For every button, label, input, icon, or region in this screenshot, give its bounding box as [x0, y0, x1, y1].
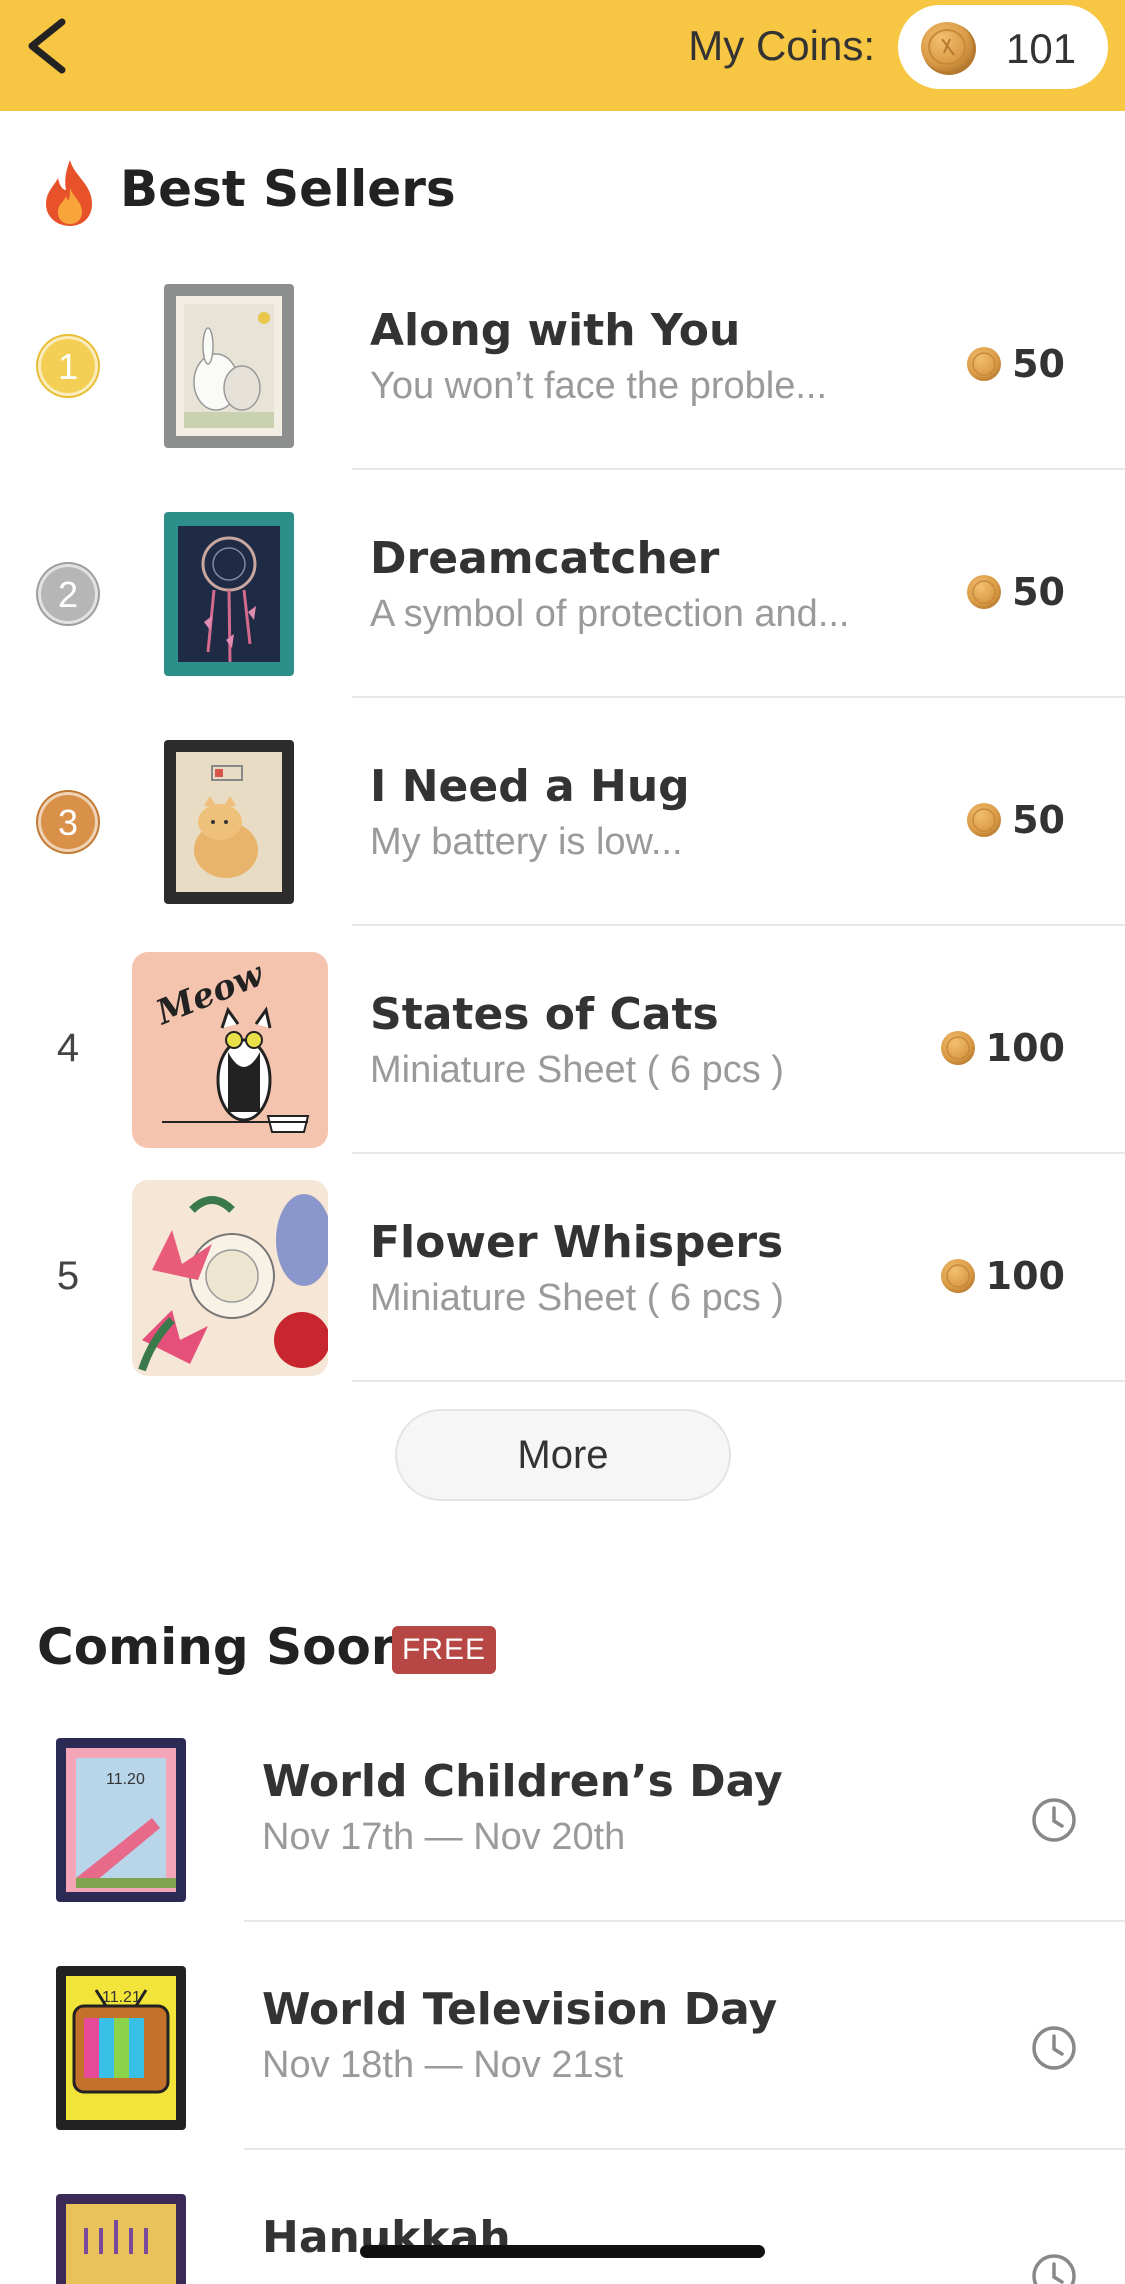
item-subtitle: My battery is low...: [370, 821, 683, 863]
sheet-art-text: Meow: [150, 954, 271, 1034]
item-title: Dreamcatcher: [370, 533, 720, 584]
stamp-date-text: 11.21: [102, 1989, 141, 2006]
price-value: 50: [1012, 570, 1065, 614]
item-subtitle: You won’t face the proble...: [370, 365, 828, 407]
rank-badge: 2: [38, 564, 98, 624]
top-bar: My Coins: 101: [0, 0, 1125, 111]
coming-soon-title: Coming Soon: [37, 1618, 407, 1676]
clock-icon: [1032, 2254, 1076, 2284]
stamp-thumbnail: 11.20: [56, 1738, 186, 1902]
rank-badge: 3: [38, 792, 98, 852]
more-button[interactable]: More: [395, 1409, 731, 1501]
clock-icon: [1032, 1798, 1076, 1842]
best-seller-row[interactable]: 2 Dreamcatcher A symbol of protection an…: [0, 478, 1125, 706]
coming-soon-row[interactable]: 11.21 World Television Day Nov 18th — No…: [0, 1948, 1125, 2176]
item-date: Nov 18th — Nov 21st: [262, 2044, 624, 2086]
item-title: World Children’s Day: [262, 1756, 783, 1807]
best-seller-row[interactable]: 5 Flower Whispers Miniature Sheet ( 6 pc…: [0, 1162, 1125, 1390]
coin-icon: [967, 575, 1002, 609]
best-sellers-title: Best Sellers: [120, 160, 456, 218]
item-subtitle: A symbol of protection and...: [370, 593, 850, 635]
coin-icon: [921, 22, 976, 75]
item-price: 50: [966, 570, 1065, 614]
best-seller-row[interactable]: 3 I Need a Hug My battery is low... 50: [0, 706, 1125, 934]
row-divider: [244, 1920, 1125, 1922]
item-title: Flower Whispers: [370, 1217, 784, 1268]
price-value: 50: [1012, 798, 1065, 842]
rank-number: 5: [56, 1254, 80, 1298]
coin-icon: [940, 1259, 975, 1293]
row-divider: [352, 924, 1125, 926]
coin-icon: [940, 1031, 975, 1065]
coins-label: My Coins:: [688, 22, 875, 69]
chevron-left-icon: [28, 18, 66, 74]
best-seller-row[interactable]: 4 Meow States of Cats Miniature Sheet ( …: [0, 934, 1125, 1162]
item-price: 50: [966, 798, 1065, 842]
item-title: I Need a Hug: [370, 761, 690, 812]
fire-icon: [46, 160, 92, 226]
item-subtitle: Miniature Sheet ( 6 pcs ): [370, 1277, 784, 1319]
coins-balance[interactable]: 101: [898, 5, 1108, 89]
coin-icon: [967, 803, 1002, 837]
stamp-thumbnail: [164, 512, 294, 676]
cat-illustration: Meow: [150, 954, 310, 1133]
item-subtitle: Miniature Sheet ( 6 pcs ): [370, 1049, 784, 1091]
coins-value: 101: [1006, 25, 1077, 72]
price-value: 50: [1012, 342, 1065, 386]
back-button[interactable]: [22, 14, 82, 78]
row-divider: [352, 1152, 1125, 1154]
stamp-thumbnail: [164, 740, 294, 904]
stamp-thumbnail: 11.21: [56, 1966, 186, 2130]
sheet-thumbnail: [132, 1180, 328, 1376]
coming-soon-row[interactable]: Hanukkah: [0, 2176, 1125, 2284]
item-price: 50: [966, 342, 1065, 386]
row-divider: [244, 2148, 1125, 2150]
free-badge: FREE: [392, 1626, 497, 1674]
clock-icon: [1032, 2026, 1076, 2070]
row-divider: [352, 1380, 1125, 1382]
item-price: 100: [940, 1026, 1065, 1070]
price-value: 100: [985, 1026, 1065, 1070]
home-indicator[interactable]: [360, 2245, 765, 2258]
item-price: 100: [940, 1254, 1065, 1298]
price-value: 100: [985, 1254, 1065, 1298]
item-title: Along with You: [370, 305, 741, 356]
stamp-thumbnail: [164, 284, 294, 448]
coin-icon: [967, 347, 1002, 381]
flower-illustration: [138, 1194, 328, 1372]
rank-badge: 1: [38, 336, 98, 396]
coming-soon-row[interactable]: 11.20 World Children’s Day Nov 17th — No…: [0, 1720, 1125, 1948]
stamp-date-text: 11.20: [106, 1771, 145, 1788]
best-seller-row[interactable]: 1 Along with You You won’t face the prob…: [0, 250, 1125, 478]
item-title: States of Cats: [370, 989, 719, 1040]
row-divider: [352, 468, 1125, 470]
sheet-thumbnail: Meow: [132, 952, 328, 1148]
stamp-thumbnail: [56, 2194, 186, 2284]
row-divider: [352, 696, 1125, 698]
rank-number: 4: [56, 1026, 80, 1070]
item-date: Nov 17th — Nov 20th: [262, 1816, 626, 1858]
item-title: World Television Day: [262, 1984, 778, 2035]
